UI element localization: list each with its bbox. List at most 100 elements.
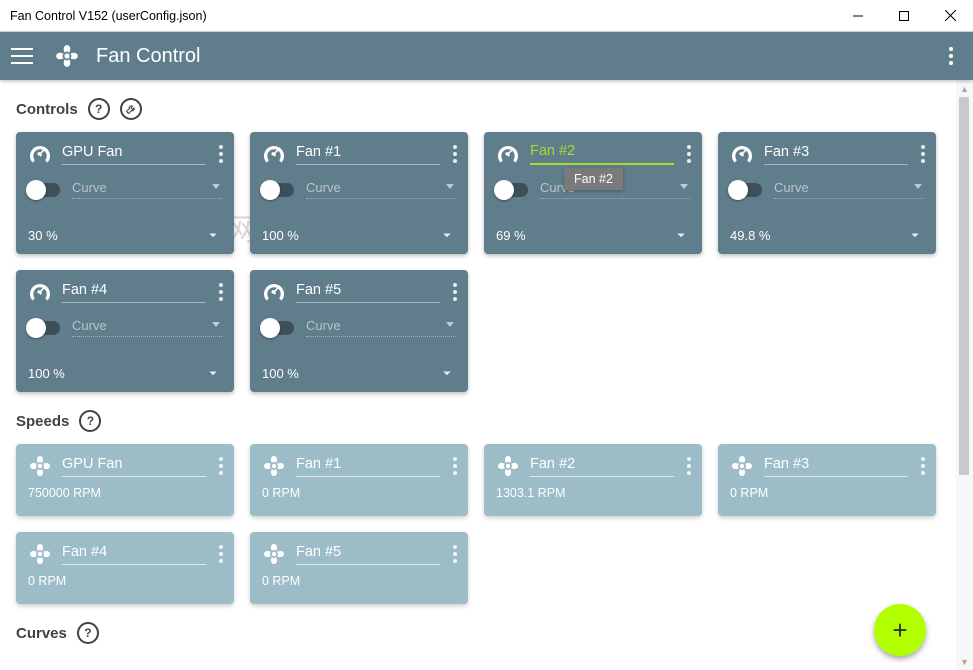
control-percent: 100 % <box>28 366 65 381</box>
speed-name-input[interactable]: GPU Fan <box>62 456 206 477</box>
speed-rpm: 750000 RPM <box>28 486 222 500</box>
card-menu-icon[interactable] <box>216 280 222 304</box>
control-card: Fan #4 Curve 100 % <box>16 270 234 392</box>
menu-icon[interactable] <box>10 44 34 68</box>
speed-rpm: 0 RPM <box>262 574 456 588</box>
card-menu-icon[interactable] <box>450 542 456 566</box>
fan-icon <box>54 43 80 69</box>
gauge-icon <box>730 142 754 166</box>
card-menu-icon[interactable] <box>684 142 690 166</box>
card-menu-icon[interactable] <box>918 142 924 166</box>
fan-icon <box>28 542 52 566</box>
control-card: Fan #1 Curve 100 % <box>250 132 468 254</box>
card-menu-icon[interactable] <box>450 142 456 166</box>
close-button[interactable] <box>927 0 973 31</box>
window-title: Fan Control V152 (userConfig.json) <box>10 9 207 23</box>
card-menu-icon[interactable] <box>450 280 456 304</box>
speed-rpm: 0 RPM <box>730 486 924 500</box>
window-titlebar: Fan Control V152 (userConfig.json) <box>0 0 973 32</box>
card-menu-icon[interactable] <box>216 542 222 566</box>
control-card: Fan #2Curve69 %Fan #2 <box>484 132 702 254</box>
window-buttons <box>835 0 973 31</box>
curve-select[interactable]: Curve <box>72 318 222 337</box>
expand-icon[interactable] <box>672 226 690 244</box>
scroll-track[interactable] <box>956 97 973 653</box>
card-menu-icon[interactable] <box>216 454 222 478</box>
section-title: Curves <box>16 625 67 642</box>
speed-name-input[interactable]: Fan #2 <box>530 456 674 477</box>
speed-card: Fan #1 0 RPM <box>250 444 468 516</box>
section-header-controls: Controls ? <box>16 98 940 120</box>
enable-toggle[interactable] <box>262 321 294 335</box>
scroll-up-icon[interactable]: ▲ <box>956 80 973 97</box>
speed-card: Fan #40 RPM <box>16 532 234 604</box>
expand-icon[interactable] <box>204 226 222 244</box>
card-menu-icon[interactable] <box>684 454 690 478</box>
enable-toggle[interactable] <box>28 183 60 197</box>
speeds-grid: GPU Fan 750000 RPM Fan #1 0 RPM Fan #2 1303.1… <box>16 444 940 604</box>
control-card: Fan #3 Curve 49.8 % <box>718 132 936 254</box>
help-icon[interactable]: ? <box>88 98 110 120</box>
enable-toggle[interactable] <box>262 183 294 197</box>
control-name-input[interactable]: GPU Fan <box>62 144 206 165</box>
curve-select[interactable]: Curve <box>774 180 924 199</box>
control-name-input[interactable]: Fan #1 <box>296 144 440 165</box>
help-icon[interactable]: ? <box>79 410 101 432</box>
card-menu-icon[interactable] <box>918 454 924 478</box>
control-percent: 100 % <box>262 228 299 243</box>
speed-card: Fan #3 0 RPM <box>718 444 936 516</box>
section-title: Speeds <box>16 413 69 430</box>
fan-icon <box>730 454 754 478</box>
scroll-thumb[interactable] <box>959 97 969 475</box>
speed-name-input[interactable]: Fan #5 <box>296 544 440 565</box>
toolbar-more-icon[interactable] <box>939 44 963 68</box>
control-name-input[interactable]: Fan #2 <box>530 143 674 165</box>
app-toolbar: Fan Control <box>0 32 973 80</box>
gauge-icon <box>28 280 52 304</box>
speed-name-input[interactable]: Fan #4 <box>62 544 206 565</box>
enable-toggle[interactable] <box>28 321 60 335</box>
control-percent: 30 % <box>28 228 58 243</box>
tooltip: Fan #2 <box>564 168 623 190</box>
fan-icon <box>262 454 286 478</box>
enable-toggle[interactable] <box>730 183 762 197</box>
minimize-button[interactable] <box>835 0 881 31</box>
scroll-down-icon[interactable]: ▼ <box>956 653 973 670</box>
expand-icon[interactable] <box>906 226 924 244</box>
card-menu-icon[interactable] <box>216 142 222 166</box>
gauge-icon <box>262 142 286 166</box>
control-percent: 69 % <box>496 228 526 243</box>
app-title: Fan Control <box>96 45 201 68</box>
control-percent: 100 % <box>262 366 299 381</box>
help-icon[interactable]: ? <box>77 622 99 644</box>
vertical-scrollbar[interactable]: ▲ ▼ <box>956 80 973 670</box>
curve-select[interactable]: Curve <box>306 318 456 337</box>
speed-card: GPU Fan 750000 RPM <box>16 444 234 516</box>
speed-name-input[interactable]: Fan #1 <box>296 456 440 477</box>
control-name-input[interactable]: Fan #3 <box>764 144 908 165</box>
section-title: Controls <box>16 101 78 118</box>
wrench-icon[interactable] <box>120 98 142 120</box>
gauge-icon <box>496 142 520 166</box>
speed-name-input[interactable]: Fan #3 <box>764 456 908 477</box>
control-name-input[interactable]: Fan #4 <box>62 282 206 303</box>
control-name-input[interactable]: Fan #5 <box>296 282 440 303</box>
maximize-button[interactable] <box>881 0 927 31</box>
add-fab-button[interactable]: + <box>874 604 926 656</box>
expand-icon[interactable] <box>438 364 456 382</box>
curve-select[interactable]: Curve <box>72 180 222 199</box>
section-header-curves: Curves ? <box>16 622 940 644</box>
card-menu-icon[interactable] <box>450 454 456 478</box>
expand-icon[interactable] <box>438 226 456 244</box>
speed-rpm: 0 RPM <box>262 486 456 500</box>
main-content: 亿 破 姐 网 站 Controls ? GPU FanCurve30 %Fan… <box>0 80 956 670</box>
fan-icon <box>262 542 286 566</box>
fan-icon <box>28 454 52 478</box>
expand-icon[interactable] <box>204 364 222 382</box>
control-percent: 49.8 % <box>730 228 770 243</box>
speed-rpm: 1303.1 RPM <box>496 486 690 500</box>
curve-select[interactable]: Curve <box>306 180 456 199</box>
enable-toggle[interactable] <box>496 183 528 197</box>
gauge-icon <box>28 142 52 166</box>
speed-card: Fan #5 0 RPM <box>250 532 468 604</box>
